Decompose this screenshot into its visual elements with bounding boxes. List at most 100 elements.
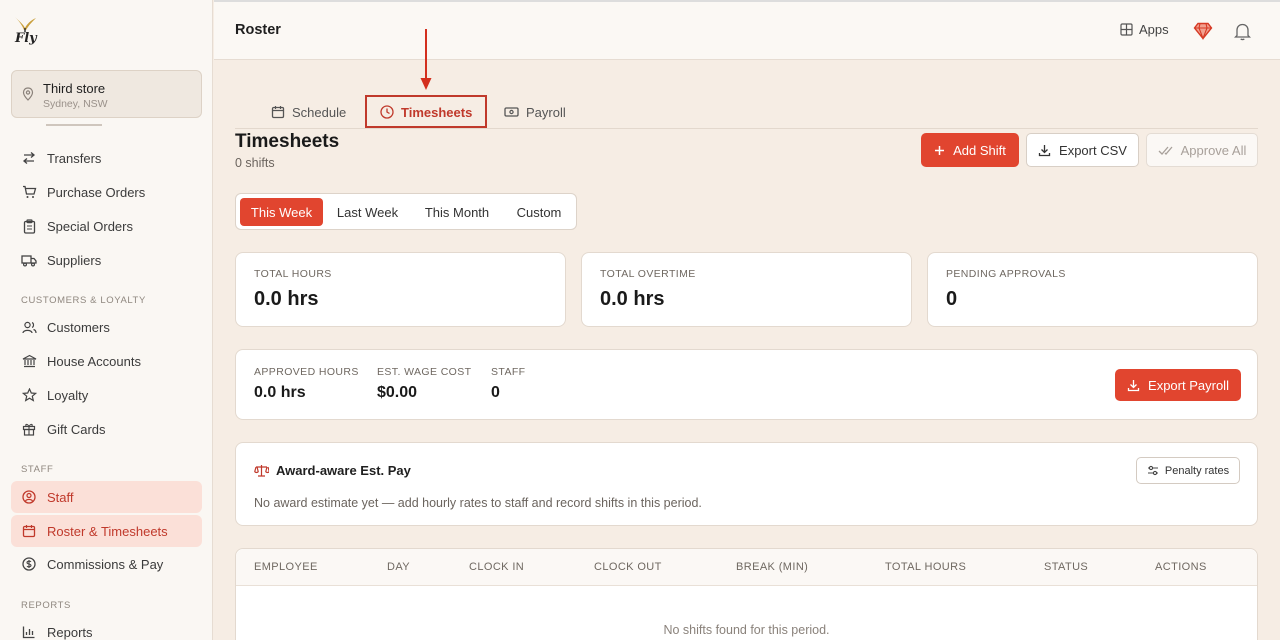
calendar-icon <box>21 523 37 539</box>
apps-button[interactable]: Apps <box>1120 22 1169 37</box>
summary-label: APPROVED HOURS <box>254 366 359 378</box>
tab-label: Schedule <box>292 104 347 120</box>
summary-value: 0 <box>491 384 500 401</box>
stat-value: 0.0 hrs <box>254 288 319 310</box>
sidebar-item-label: House Accounts <box>47 353 141 369</box>
stat-value: 0.0 hrs <box>600 288 665 310</box>
star-icon <box>21 387 37 403</box>
section-customers-loyalty: CUSTOMERS & LOYALTY <box>21 295 146 306</box>
sidebar-item-roster-timesheets[interactable]: Roster & Timesheets <box>11 515 202 547</box>
bell-icon[interactable] <box>1234 22 1251 41</box>
top-bar: Roster Apps <box>214 0 1280 60</box>
plus-icon <box>934 145 945 156</box>
date-range-selector: This Week Last Week This Month Custom <box>235 193 577 230</box>
sidebar-item-transfers[interactable]: Transfers <box>11 142 202 174</box>
sidebar-item-label: Loyalty <box>47 387 89 403</box>
sidebar-item-loyalty[interactable]: Loyalty <box>11 379 202 411</box>
gem-icon[interactable] <box>1193 22 1213 40</box>
stat-card-total-overtime: TOTAL OVERTIME 0.0 hrs <box>581 252 912 327</box>
sidebar-item-label: Customers <box>47 319 110 335</box>
truck-icon <box>21 252 37 268</box>
dollar-circle-icon <box>21 556 37 572</box>
stat-card-total-hours: TOTAL HOURS 0.0 hrs <box>235 252 566 327</box>
approve-all-button[interactable]: Approve All <box>1146 133 1258 167</box>
clipboard-icon <box>21 218 37 234</box>
payroll-summary-card: APPROVED HOURS 0.0 hrs EST. WAGE COST $0… <box>235 349 1258 420</box>
download-icon <box>1127 379 1140 392</box>
sidebar-item-special-orders[interactable]: Special Orders <box>11 210 202 242</box>
stat-card-pending-approvals: PENDING APPROVALS 0 <box>927 252 1258 327</box>
summary-label: EST. WAGE COST <box>377 366 472 378</box>
sidebar-item-label: Purchase Orders <box>47 184 146 200</box>
column-header-day[interactable]: DAY <box>387 561 410 573</box>
column-header-break[interactable]: BREAK (MIN) <box>736 561 808 573</box>
range-custom[interactable]: Custom <box>504 198 574 226</box>
tab-payroll[interactable]: Payroll <box>504 96 566 128</box>
column-header-clock-out[interactable]: CLOCK OUT <box>594 561 662 573</box>
sidebar-item-label: Gift Cards <box>47 421 106 437</box>
sidebar-item-label: Staff <box>47 489 74 505</box>
award-estimate-card: Award-aware Est. Pay No award estimate y… <box>235 442 1258 526</box>
store-location: Sydney, NSW <box>43 98 108 110</box>
bar-chart-icon <box>21 624 37 640</box>
export-payroll-label: Export Payroll <box>1148 377 1229 393</box>
sidebar-item-label: Special Orders <box>47 218 133 234</box>
cart-icon <box>21 184 37 200</box>
award-message: No award estimate yet — add hourly rates… <box>254 496 702 510</box>
bank-icon <box>21 353 37 369</box>
user-circle-icon <box>21 489 37 505</box>
sidebar-item-label: Transfers <box>47 150 102 166</box>
users-icon <box>21 319 37 335</box>
tab-schedule[interactable]: Schedule <box>271 96 346 128</box>
range-this-week[interactable]: This Week <box>240 198 323 226</box>
grid-icon <box>1120 23 1133 36</box>
annotation-arrow-icon <box>420 29 432 90</box>
page-title: Roster <box>235 22 281 38</box>
summary-label: STAFF <box>491 366 526 378</box>
export-payroll-button[interactable]: Export Payroll <box>1115 369 1241 401</box>
sidebar-item-label: Reports <box>47 624 93 640</box>
table-header-divider <box>236 585 1257 586</box>
section-reports: REPORTS <box>21 600 71 611</box>
sidebar-item-gift-cards[interactable]: Gift Cards <box>11 413 202 445</box>
penalty-rates-button[interactable]: Penalty rates <box>1136 457 1240 484</box>
sidebar: Fly Third store Sydney, NSW Transfers Pu… <box>0 0 213 640</box>
sidebar-item-suppliers[interactable]: Suppliers <box>11 244 202 276</box>
sidebar-item-commissions-pay[interactable]: Commissions & Pay <box>11 548 202 580</box>
timesheets-table: EMPLOYEE DAY CLOCK IN CLOCK OUT BREAK (M… <box>235 548 1258 640</box>
column-header-status[interactable]: STATUS <box>1044 561 1088 573</box>
export-csv-button[interactable]: Export CSV <box>1026 133 1139 167</box>
sidebar-item-label: Suppliers <box>47 252 102 268</box>
gift-icon <box>21 421 37 437</box>
add-shift-button[interactable]: Add Shift <box>921 133 1019 167</box>
approve-all-label: Approve All <box>1180 142 1247 158</box>
sidebar-item-reports[interactable]: Reports <box>11 616 202 640</box>
summary-value: $0.00 <box>377 384 418 401</box>
penalty-rates-label: Penalty rates <box>1164 464 1230 477</box>
column-header-employee[interactable]: EMPLOYEE <box>254 561 318 573</box>
empty-state-message: No shifts found for this period. <box>663 623 830 637</box>
summary-value: 0.0 hrs <box>254 384 306 401</box>
download-icon <box>1038 144 1051 157</box>
transfer-arrows-icon <box>21 150 37 166</box>
sidebar-item-customers[interactable]: Customers <box>11 311 202 343</box>
location-pin-icon <box>22 87 34 101</box>
range-this-month[interactable]: This Month <box>413 198 501 226</box>
sidebar-item-cut-off <box>46 121 106 127</box>
sidebar-item-label: Commissions & Pay <box>47 556 164 572</box>
range-last-week[interactable]: Last Week <box>326 198 409 226</box>
sidebar-item-purchase-orders[interactable]: Purchase Orders <box>11 176 202 208</box>
column-header-clock-in[interactable]: CLOCK IN <box>469 561 524 573</box>
sidebar-item-house-accounts[interactable]: House Accounts <box>11 345 202 377</box>
store-selector[interactable]: Third store Sydney, NSW <box>11 70 202 118</box>
apps-label: Apps <box>1139 22 1169 37</box>
banknote-icon <box>504 106 519 118</box>
section-staff: STAFF <box>21 464 54 475</box>
timesheets-tab-highlight <box>365 95 487 128</box>
stat-label: PENDING APPROVALS <box>946 268 1066 280</box>
column-header-total-hours[interactable]: TOTAL HOURS <box>885 561 966 573</box>
logo-text: Fly <box>15 31 37 46</box>
calendar-icon <box>271 105 285 119</box>
sidebar-item-staff[interactable]: Staff <box>11 481 202 513</box>
column-header-actions: ACTIONS <box>1155 561 1207 573</box>
